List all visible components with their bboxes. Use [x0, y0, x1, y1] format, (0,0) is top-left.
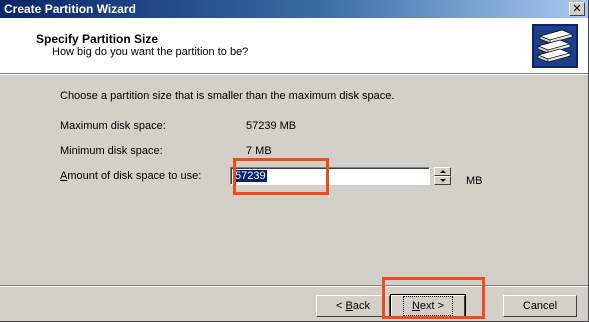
back-prefix: <: [336, 300, 346, 312]
close-icon: ✕: [572, 2, 582, 15]
close-button[interactable]: ✕: [569, 2, 585, 16]
title-bar: Create Partition Wizard ✕: [0, 0, 588, 18]
max-space-label: Maximum disk space:: [60, 120, 166, 132]
next-highlight-box: [382, 277, 485, 319]
size-spinner[interactable]: [434, 167, 451, 185]
wizard-header: Specify Partition Size How big do you wa…: [0, 18, 588, 74]
input-highlight-box: [233, 158, 329, 195]
wizard-window: Create Partition Wizard ✕ Specify Partit…: [0, 0, 589, 322]
footer-divider-light: [0, 286, 588, 287]
spin-down-button[interactable]: [434, 176, 451, 185]
size-unit: MB: [466, 175, 483, 187]
page-subtitle: How big do you want the partition to be?: [52, 46, 249, 58]
arrow-down-icon: [440, 179, 446, 182]
disk-stack-icon: [532, 24, 578, 68]
back-label: ack: [352, 300, 370, 312]
header-divider: [0, 74, 588, 75]
window-title: Create Partition Wizard: [4, 2, 136, 16]
cancel-button[interactable]: Cancel: [503, 295, 577, 317]
arrow-up-icon: [440, 170, 446, 173]
instruction-text: Choose a partition size that is smaller …: [60, 90, 395, 102]
min-space-value: 7 MB: [246, 145, 272, 157]
amount-label-text: mount of disk space to use:: [67, 170, 202, 182]
spin-up-button[interactable]: [434, 167, 451, 176]
back-accelerator: B: [345, 300, 353, 312]
min-space-label: Minimum disk space:: [60, 145, 163, 157]
back-button[interactable]: < Back: [316, 295, 390, 317]
page-title: Specify Partition Size: [36, 32, 159, 46]
max-space-value: 57239 MB: [246, 120, 297, 132]
amount-label: Amount of disk space to use:: [60, 170, 201, 182]
